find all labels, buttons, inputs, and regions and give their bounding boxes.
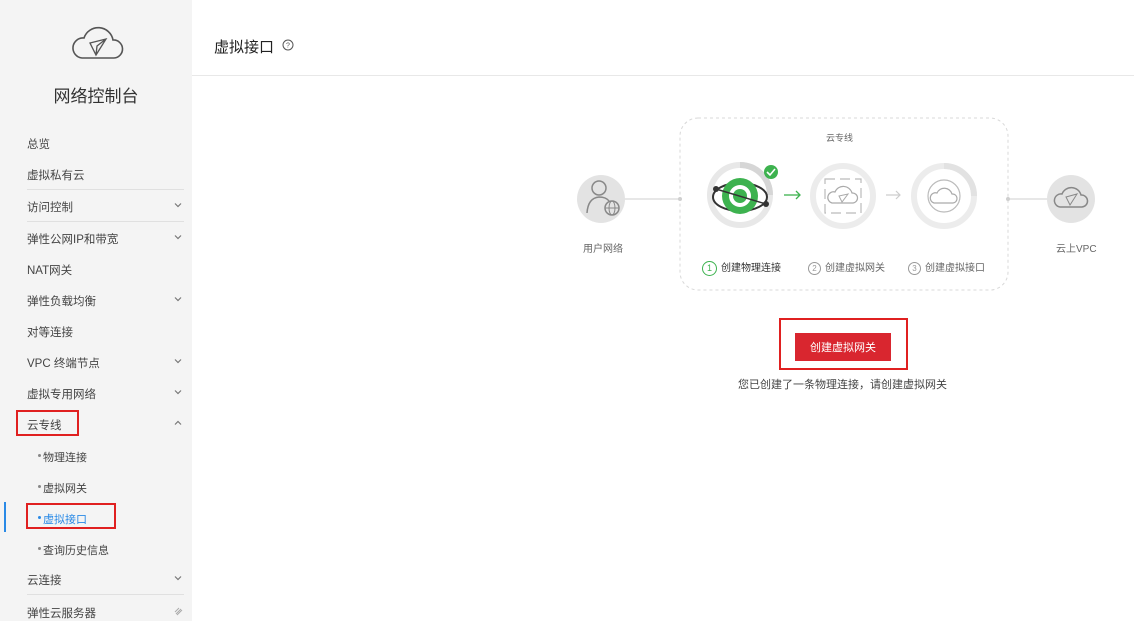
hint-text: 您已创建了一条物理连接，请创建虚拟网关 [738,379,947,391]
cloud-vpc-icon [1047,175,1095,223]
step2-label: 2 创建虚拟网关 [808,259,885,275]
step3-label: 3 创建虚拟接口 [908,259,985,275]
user-network-label: 用户网络 [583,244,623,255]
connector-dot [678,197,682,201]
step-number: 3 [908,261,921,275]
user-network-icon [577,175,625,223]
step-number: 1 [702,260,717,276]
step-label-text: 创建虚拟网关 [825,263,885,274]
step1-physical-connection-icon [707,162,773,228]
connector-dot [1006,197,1010,201]
step-label-text: 创建物理连接 [721,263,781,274]
create-virtual-gateway-button[interactable]: 创建虚拟网关 [795,333,891,361]
arrow-right-icon [784,190,801,200]
cloud-vpc-label: 云上VPC [1056,244,1097,255]
step2-virtual-gateway-icon [810,163,876,229]
dc-group-label: 云专线 [826,133,854,143]
step-number: 2 [808,261,821,275]
step-label-text: 创建虚拟接口 [925,263,985,274]
step1-done-check-icon [764,165,778,179]
step3-virtual-interface-icon [911,163,977,229]
direct-connect-diagram [577,117,1095,291]
step1-label: 1 创建物理连接 [702,259,781,276]
arrow-right-icon [886,190,901,200]
